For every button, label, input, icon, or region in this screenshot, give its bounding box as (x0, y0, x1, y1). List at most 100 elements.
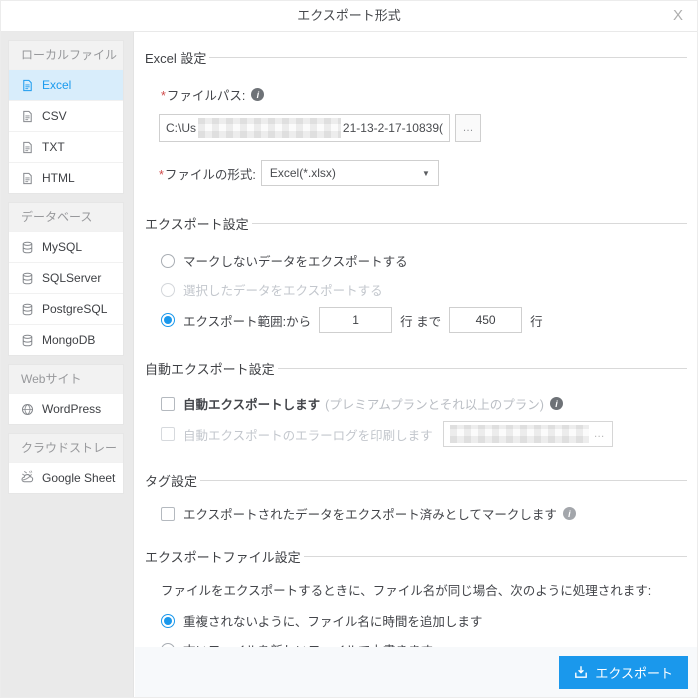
section-export-settings: エクスポート設定 (145, 214, 687, 233)
section-rule (278, 368, 687, 369)
radio-row-overwrite[interactable]: 古いファイルを新しいファイルで上書きます (161, 640, 687, 647)
range-from-input[interactable]: 1 (319, 307, 392, 333)
radio-row-add-time[interactable]: 重複されないように、ファイル名に時間を追加します (161, 611, 687, 630)
section-excel-settings: Excel 設定 (145, 48, 687, 67)
database-icon (21, 303, 34, 316)
file-path-suffix: 21-13-2-17-10839( (343, 121, 443, 135)
file-path-label-row: *ファイルパス: i (161, 85, 687, 104)
required-mark: * (161, 89, 166, 103)
sidebar-item-label: PostgreSQL (42, 302, 107, 316)
section-auto-export: 自動エクスポート設定 (145, 359, 687, 378)
radio-export-range[interactable] (161, 313, 175, 327)
section-title: タグ設定 (145, 471, 197, 490)
close-icon[interactable]: X (673, 6, 683, 26)
radio-selected-data[interactable] (161, 283, 175, 297)
redacted-path-blur (198, 118, 341, 138)
range-label: エクスポート範囲:から (183, 311, 311, 330)
sidebar-item-postgresql[interactable]: PostgreSQL (9, 293, 123, 324)
checkbox-row-mark-exported[interactable]: エクスポートされたデータをエクスポート済みとしてマークします i (161, 504, 687, 523)
sidebar-item-mongodb[interactable]: MongoDB (9, 324, 123, 355)
checkbox-row-error-log[interactable]: 自動エクスポートのエラーログを印刷します … (161, 421, 687, 447)
download-icon (574, 665, 588, 679)
checkbox-label: 自動エクスポートのエラーログを印刷します (183, 425, 433, 444)
sidebar-item-label: Google Sheet (42, 471, 115, 485)
chevron-down-icon: ▼ (422, 169, 430, 178)
database-icon (21, 272, 34, 285)
sidebar-group-header: ローカルファイル (9, 41, 123, 69)
sidebar-item-sqlserver[interactable]: SQLServer (9, 262, 123, 293)
radio-row-unmarked-data[interactable]: マークしないデータをエクスポートする (161, 251, 687, 270)
sidebar-item-excel[interactable]: Excel (9, 69, 123, 100)
section-rule (200, 480, 687, 481)
range-mid-label: 行 まで (400, 311, 441, 330)
section-rule (209, 57, 687, 58)
sidebar-group-cloud-storage: クラウドストレージ Google Sheet (9, 434, 123, 493)
sidebar-group-local-files: ローカルファイル Excel CSV TXT HTML (9, 41, 123, 193)
radio-row-export-range[interactable]: エクスポート範囲:から 1 行 まで 450 行 (161, 307, 687, 333)
radio-label: マークしないデータをエクスポートする (183, 251, 408, 270)
globe-icon (21, 403, 34, 416)
radio-add-time[interactable] (161, 614, 175, 628)
range-to-input[interactable]: 450 (449, 307, 522, 333)
checkbox-mark-exported[interactable] (161, 507, 175, 521)
file-path-row: C:\Us 21-13-2-17-10839( … (159, 114, 687, 142)
format-sidebar: ローカルファイル Excel CSV TXT HTML データベース (1, 32, 134, 697)
sidebar-item-label: SQLServer (42, 271, 101, 285)
dialog-footer: エクスポート (135, 647, 697, 697)
sidebar-item-label: TXT (42, 140, 65, 154)
dialog-titlebar: エクスポート形式 X (1, 1, 697, 32)
checkbox-label: 自動エクスポートします (183, 394, 320, 413)
file-icon (21, 79, 34, 92)
section-tag-settings: タグ設定 (145, 471, 687, 490)
error-log-path-input[interactable]: … (443, 421, 613, 447)
required-mark: * (159, 168, 164, 182)
file-path-prefix: C:\Us (166, 121, 196, 135)
sidebar-group-header: データベース (9, 203, 123, 231)
file-format-select[interactable]: Excel(*.xlsx) ▼ (261, 160, 439, 186)
premium-note: (プレミアムプランとそれ以上のプラン) (325, 394, 544, 413)
export-file-description: ファイルをエクスポートするときに、ファイル名が同じ場合、次のように処理されます: (161, 580, 651, 599)
file-path-input[interactable]: C:\Us 21-13-2-17-10839( (159, 114, 450, 142)
sidebar-item-mysql[interactable]: MySQL (9, 231, 123, 262)
sidebar-group-header: Webサイト (9, 365, 123, 393)
export-button[interactable]: エクスポート (559, 656, 688, 689)
sidebar-item-label: HTML (42, 171, 75, 185)
sidebar-item-wordpress[interactable]: WordPress (9, 393, 123, 424)
section-title: エクスポートファイル設定 (145, 547, 301, 566)
section-export-file-settings: エクスポートファイル設定 (145, 547, 687, 566)
checkbox-error-log[interactable] (161, 427, 175, 441)
cloud-icon (21, 472, 34, 485)
info-icon[interactable]: i (251, 88, 264, 101)
checkbox-row-auto-export[interactable]: 自動エクスポートします (プレミアムプランとそれ以上のプラン) i (161, 394, 687, 413)
sidebar-item-label: Excel (42, 78, 71, 92)
checkbox-auto-export[interactable] (161, 397, 175, 411)
redacted-log-blur (450, 425, 589, 443)
sidebar-item-label: MongoDB (42, 333, 95, 347)
info-icon[interactable]: i (550, 397, 563, 410)
browse-path-button[interactable]: … (455, 114, 481, 142)
sidebar-item-label: WordPress (42, 402, 101, 416)
radio-unmarked-data[interactable] (161, 254, 175, 268)
file-format-value: Excel(*.xlsx) (270, 166, 336, 180)
radio-row-selected-data[interactable]: 選択したデータをエクスポートする (161, 280, 687, 299)
file-path-label: ファイルパス: (167, 89, 245, 103)
sidebar-item-label: CSV (42, 109, 67, 123)
section-rule (304, 556, 687, 557)
info-icon[interactable]: i (563, 507, 576, 520)
sidebar-item-csv[interactable]: CSV (9, 100, 123, 131)
sidebar-group-header: クラウドストレージ (9, 434, 123, 462)
sidebar-item-label: MySQL (42, 240, 82, 254)
file-icon (21, 141, 34, 154)
section-title: 自動エクスポート設定 (145, 359, 275, 378)
section-title: エクスポート設定 (145, 214, 249, 233)
section-title: Excel 設定 (145, 48, 206, 67)
sidebar-item-html[interactable]: HTML (9, 162, 123, 193)
sidebar-item-txt[interactable]: TXT (9, 131, 123, 162)
file-format-label: ファイルの形式: (165, 168, 256, 182)
dialog-title: エクスポート形式 (1, 1, 697, 31)
radio-label: 選択したデータをエクスポートする (183, 280, 383, 299)
range-end-label: 行 (530, 311, 543, 330)
browse-log-button[interactable]: … (591, 428, 608, 440)
file-icon (21, 172, 34, 185)
file-format-row: *ファイルの形式: Excel(*.xlsx) ▼ (159, 160, 687, 186)
